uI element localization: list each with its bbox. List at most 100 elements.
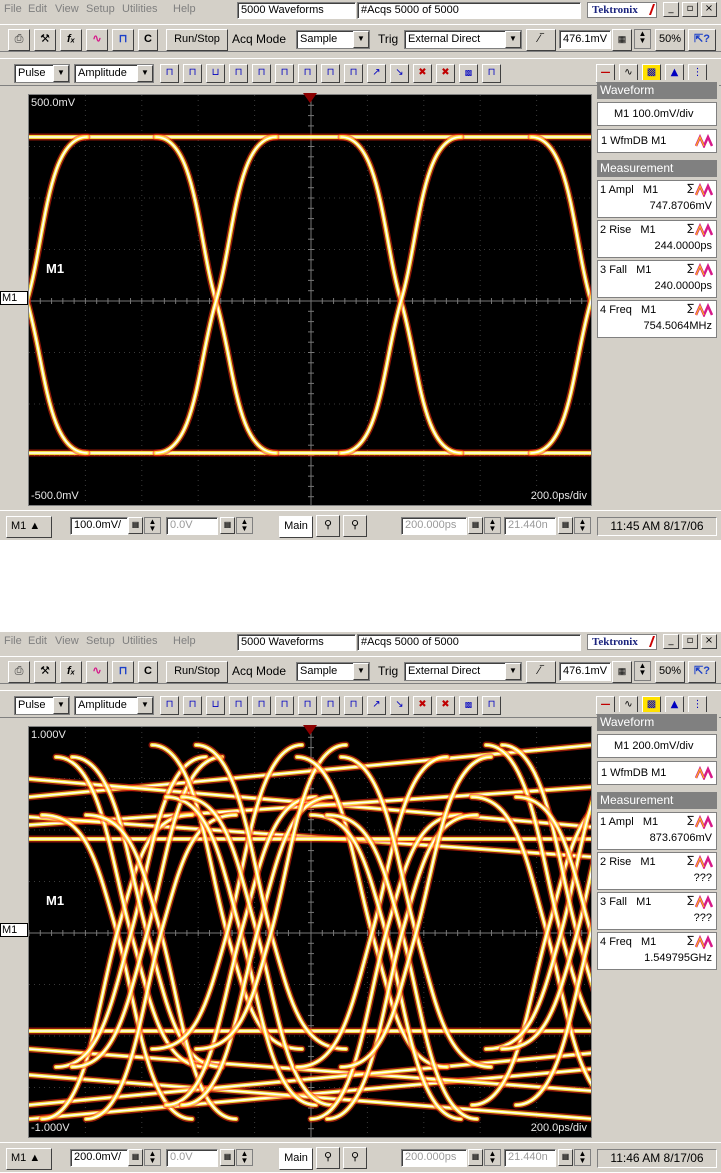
trig-source-select[interactable]: External Direct ▼ <box>404 662 522 681</box>
position-spinner[interactable]: ▲ ▼ <box>574 1149 591 1166</box>
clear-button[interactable]: C <box>138 661 158 683</box>
menu-file[interactable]: File <box>4 635 22 647</box>
keypad-icon[interactable]: ▦ <box>558 517 573 534</box>
delay-spinner[interactable]: ▲ ▼ <box>484 517 501 534</box>
autoset-icon[interactable]: ⊓ <box>112 661 134 683</box>
set-50-button[interactable]: 50% <box>655 29 685 51</box>
settings-measure-icon[interactable]: ⊓ <box>482 696 501 715</box>
measurement-row[interactable]: 3 Fall M1 ∑ 240.0000ps <box>597 260 717 298</box>
close-button[interactable]: × <box>701 634 717 649</box>
phase-measure-icon[interactable]: ✖ <box>413 696 432 715</box>
period-measure-icon[interactable]: ⊓ <box>229 696 248 715</box>
pulse-measure-icon[interactable]: ⊓ <box>160 64 179 83</box>
menu-setup[interactable]: Setup <box>86 3 115 15</box>
restore-button[interactable]: ▫ <box>682 2 698 17</box>
trigger-position-marker[interactable] <box>303 725 317 735</box>
restore-button[interactable]: ▫ <box>682 634 698 649</box>
trig-source-select[interactable]: External Direct ▼ <box>404 30 522 49</box>
trigger-position-marker[interactable] <box>303 93 317 103</box>
edge-fall-icon[interactable]: ↘ <box>390 64 409 83</box>
zoom-2-icon[interactable]: ⚲ <box>343 1147 367 1169</box>
scope-graticule[interactable]: 500.0mV -500.0mV 200.0ps/div M1 <box>28 94 592 506</box>
acq-mode-select[interactable]: Sample ▼ <box>296 662 370 681</box>
vertical-scale-field[interactable]: 100.0mV/ <box>70 517 128 535</box>
zoom-1-icon[interactable]: ⚲ <box>316 1147 340 1169</box>
menu-edit[interactable]: Edit <box>28 635 47 647</box>
pulse-measure-icon[interactable]: ⊓ <box>160 696 179 715</box>
fx-icon[interactable]: fₓ <box>60 29 82 51</box>
horizontal-position-field[interactable]: 21.440n <box>504 1149 556 1167</box>
tools-icon[interactable]: ⚒ <box>34 661 56 683</box>
offset-spinner[interactable]: ▲ ▼ <box>236 1149 253 1166</box>
width-measure-icon[interactable]: ⊔ <box>206 64 225 83</box>
rise-measure-icon[interactable]: ⊓ <box>275 696 294 715</box>
burst-measure-icon[interactable]: ⊓ <box>183 696 202 715</box>
position-spinner[interactable]: ▲ ▼ <box>574 517 591 534</box>
wfmdb-info[interactable]: 1 WfmDB M1 <box>597 129 717 153</box>
wfmdb-info[interactable]: 1 WfmDB M1 <box>597 761 717 785</box>
freq-measure-icon[interactable]: ⊓ <box>321 696 340 715</box>
measure-type-select[interactable]: Amplitude ▼ <box>74 64 154 83</box>
measure-group-select[interactable]: Pulse ▼ <box>14 696 70 715</box>
measurement-row[interactable]: 1 Ampl M1 ∑ 873.6706mV <box>597 812 717 850</box>
period-measure-icon[interactable]: ⊓ <box>229 64 248 83</box>
waveform-icon[interactable]: ∿ <box>86 29 108 51</box>
minimize-button[interactable]: _ <box>663 2 679 17</box>
scale-spinner[interactable]: ▲ ▼ <box>144 1149 161 1166</box>
run-stop-button[interactable]: Run/Stop <box>166 29 228 51</box>
histogram-icon[interactable]: ▩ <box>459 64 478 83</box>
keypad-icon[interactable]: ▦ <box>612 29 632 51</box>
channel-select-button[interactable]: M1 ▲ <box>6 516 52 538</box>
autoset-icon[interactable]: ⊓ <box>112 29 134 51</box>
menu-utilities[interactable]: Utilities <box>122 635 157 647</box>
horizontal-delay-field[interactable]: 200.000ps <box>401 1149 467 1167</box>
fall-measure-icon[interactable]: ⊓ <box>298 696 317 715</box>
offset-field[interactable]: 0.0V <box>166 1149 218 1167</box>
trigger-level-field[interactable]: 476.1mV <box>559 662 611 681</box>
duty-measure-icon[interactable]: ⊓ <box>252 64 271 83</box>
menu-setup[interactable]: Setup <box>86 635 115 647</box>
horizontal-position-field[interactable]: 21.440n <box>504 517 556 535</box>
histogram-icon[interactable]: ▩ <box>459 696 478 715</box>
keypad-icon[interactable]: ▦ <box>612 661 632 683</box>
width-measure-icon[interactable]: ⊔ <box>206 696 225 715</box>
horizontal-delay-field[interactable]: 200.000ps <box>401 517 467 535</box>
keypad-icon[interactable]: ▦ <box>558 1149 573 1166</box>
keypad-icon[interactable]: ▦ <box>468 1149 483 1166</box>
phase-measure-icon[interactable]: ✖ <box>413 64 432 83</box>
keypad-icon[interactable]: ▦ <box>468 517 483 534</box>
menu-view[interactable]: View <box>55 3 79 15</box>
help-icon[interactable]: ⇱? <box>688 29 716 51</box>
menu-file[interactable]: File <box>4 3 22 15</box>
main-timeline-button[interactable]: Main <box>279 1148 313 1170</box>
fall-measure-icon[interactable]: ⊓ <box>298 64 317 83</box>
waveform-info[interactable]: M1 200.0mV/div <box>597 734 717 758</box>
measurement-row[interactable]: 4 Freq M1 ∑ 754.5064MHz <box>597 300 717 338</box>
set-50-button[interactable]: 50% <box>655 661 685 683</box>
delay-spinner[interactable]: ▲ ▼ <box>484 1149 501 1166</box>
step-measure-icon[interactable]: ⊓ <box>344 64 363 83</box>
menu-help[interactable]: Help <box>173 3 196 15</box>
scope-graticule[interactable]: 1.000V -1.000V 200.0ps/div M1 <box>28 726 592 1138</box>
measure-group-select[interactable]: Pulse ▼ <box>14 64 70 83</box>
keypad-icon[interactable]: ▦ <box>220 1149 235 1166</box>
edge-fall-icon[interactable]: ↘ <box>390 696 409 715</box>
offset-field[interactable]: 0.0V <box>166 517 218 535</box>
step-measure-icon[interactable]: ⊓ <box>344 696 363 715</box>
measure-type-select[interactable]: Amplitude ▼ <box>74 696 154 715</box>
measurement-row[interactable]: 3 Fall M1 ∑??? <box>597 892 717 930</box>
waveform-icon[interactable]: ∿ <box>86 661 108 683</box>
menu-view[interactable]: View <box>55 635 79 647</box>
scale-spinner[interactable]: ▲ ▼ <box>144 517 161 534</box>
delay-measure-icon[interactable]: ✖ <box>436 696 455 715</box>
ground-marker[interactable]: M1 <box>0 923 28 937</box>
edge-rise-icon[interactable]: ↗ <box>367 64 386 83</box>
print-icon[interactable]: ⎙ <box>8 661 30 683</box>
delay-measure-icon[interactable]: ✖ <box>436 64 455 83</box>
ground-marker[interactable]: M1 <box>0 291 28 305</box>
edge-rise-icon[interactable]: ↗ <box>367 696 386 715</box>
offset-spinner[interactable]: ▲ ▼ <box>236 517 253 534</box>
clear-button[interactable]: C <box>138 29 158 51</box>
zoom-2-icon[interactable]: ⚲ <box>343 515 367 537</box>
trig-level-spinner[interactable]: ▲ ▼ <box>634 29 651 49</box>
